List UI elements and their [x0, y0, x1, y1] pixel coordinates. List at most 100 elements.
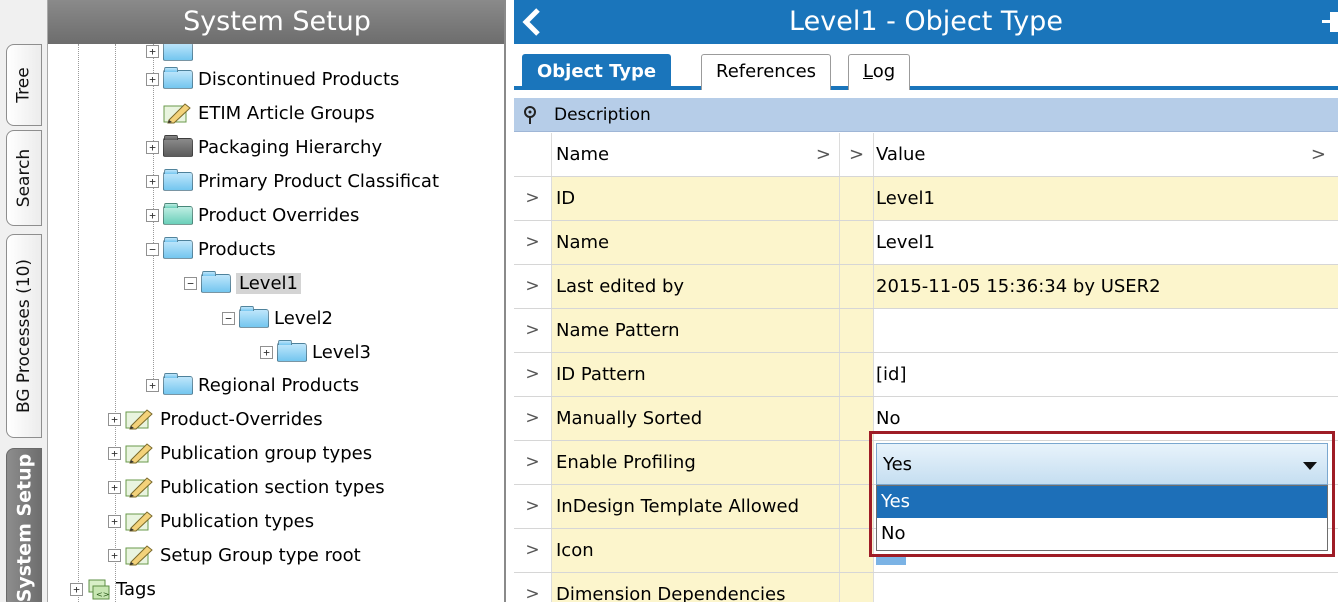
setup-pencil-icon — [163, 103, 191, 124]
folder-icon — [201, 270, 231, 293]
folder-icon — [163, 168, 193, 191]
collapse-toggle[interactable]: − — [184, 276, 197, 290]
tree-item-label: Primary Product Classificat — [198, 170, 440, 192]
expand-toggle[interactable]: + — [108, 480, 121, 494]
property-row[interactable]: > ID Level1 — [514, 177, 1338, 221]
property-value[interactable]: No — [874, 397, 1338, 440]
tree-item[interactable]: + Packaging Hierarchy — [146, 132, 382, 162]
tree-item-label: Publication group types — [160, 442, 373, 464]
property-value[interactable]: Level1 — [874, 221, 1338, 264]
tree-item-selected[interactable]: − Level1 — [184, 268, 301, 298]
chevron-right-icon[interactable]: > — [514, 177, 552, 220]
row-header-cell — [514, 133, 552, 176]
chevron-right-icon[interactable]: > — [514, 441, 552, 484]
tree-item-label: Regional Products — [198, 374, 360, 396]
tags-icon: <> — [88, 579, 110, 600]
expand-toggle[interactable]: + — [108, 412, 121, 426]
tree-item[interactable]: + Publication types — [108, 506, 314, 536]
chevron-right-icon[interactable]: > — [514, 529, 552, 572]
tree-item[interactable]: + Publication section types — [108, 472, 385, 502]
chevron-right-icon[interactable]: > — [514, 353, 552, 396]
property-name: Icon — [552, 529, 840, 572]
property-value[interactable]: [id] — [874, 353, 1338, 396]
chevron-right-icon[interactable]: > — [514, 485, 552, 528]
collapse-toggle[interactable]: − — [146, 242, 159, 256]
enable-profiling-select[interactable]: Yes — [876, 443, 1328, 485]
property-name: Manually Sorted — [552, 397, 840, 440]
expand-toggle[interactable]: + — [146, 208, 159, 222]
group-row-description[interactable]: Description — [514, 98, 1338, 132]
tree-item[interactable]: + Regional Products — [146, 370, 359, 400]
tree-item-label: Setup Group type root — [160, 544, 361, 566]
tree-item-label: Publication section types — [160, 476, 385, 498]
expand-toggle[interactable]: + — [108, 548, 121, 562]
expand-toggle[interactable]: + — [146, 140, 159, 154]
chevron-right-icon[interactable]: > — [514, 397, 552, 440]
pin-icon[interactable] — [1322, 10, 1338, 34]
property-name: ID Pattern — [552, 353, 840, 396]
row-spacer — [840, 485, 874, 528]
pin-icon — [524, 106, 536, 124]
property-value[interactable] — [874, 573, 1338, 602]
select-value: Yes — [883, 454, 913, 475]
tree-item-label: Level3 — [312, 341, 371, 363]
expand-toggle[interactable]: + — [260, 345, 273, 359]
chevron-right-icon[interactable]: > — [514, 309, 552, 352]
tree-item[interactable]: − Level2 — [222, 303, 333, 333]
property-row[interactable]: > Name Level1 — [514, 221, 1338, 265]
tab-log[interactable]: Log — [848, 54, 911, 90]
expand-toggle[interactable]: + — [70, 582, 83, 596]
tree-item[interactable]: + <> Tags — [70, 574, 156, 602]
column-header-name[interactable]: Name — [552, 133, 840, 176]
svg-text:<>: <> — [96, 590, 109, 599]
folder-icon — [163, 372, 193, 395]
tab-system-setup[interactable]: System Setup — [6, 448, 42, 602]
expand-toggle[interactable]: + — [108, 514, 121, 528]
tab-bg-processes[interactable]: BG Processes (10) — [6, 234, 42, 438]
tree-item[interactable]: + Level3 — [260, 337, 371, 367]
tree-item[interactable]: + Publication group types — [108, 438, 372, 468]
tree-item[interactable]: + Product Overrides — [146, 200, 359, 230]
column-header-value[interactable]: Value — [874, 133, 1338, 176]
tree-item[interactable]: + Primary Product Classificat — [146, 166, 439, 196]
tab-references[interactable]: References — [701, 54, 832, 90]
tree-item[interactable]: ETIM Article Groups — [163, 98, 375, 128]
row-spacer — [840, 265, 874, 308]
expand-toggle[interactable]: + — [146, 378, 159, 392]
dropdown-option-yes[interactable]: Yes — [877, 486, 1327, 518]
chevron-right-icon[interactable]: > — [514, 265, 552, 308]
tab-search[interactable]: Search — [6, 130, 42, 226]
chevron-right-icon[interactable]: > — [840, 133, 874, 176]
property-row[interactable]: > Manually Sorted No — [514, 397, 1338, 441]
property-value[interactable] — [874, 309, 1338, 352]
tab-object-type[interactable]: Object Type — [522, 54, 672, 90]
folder-icon — [239, 305, 269, 328]
collapse-toggle[interactable]: − — [222, 311, 235, 325]
property-name: InDesign Template Allowed — [552, 485, 840, 528]
tree-item[interactable]: + Setup Group type root — [108, 540, 361, 570]
property-row[interactable]: > Name Pattern — [514, 309, 1338, 353]
tree-item[interactable]: + Product-Overrides — [108, 404, 323, 434]
property-row[interactable]: > Dimension Dependencies — [514, 573, 1338, 602]
expand-toggle[interactable]: + — [146, 72, 159, 86]
expand-toggle[interactable]: + — [108, 446, 121, 460]
property-value: Level1 — [874, 177, 1338, 220]
setup-pencil-icon — [125, 409, 153, 430]
chevron-right-icon[interactable]: > — [514, 221, 552, 264]
tree-item[interactable]: − Products — [146, 234, 276, 264]
chevron-right-icon[interactable]: > — [514, 573, 552, 602]
expand-toggle[interactable]: + — [146, 174, 159, 188]
property-row[interactable]: > Last edited by 2015-11-05 15:36:34 by … — [514, 265, 1338, 309]
chevron-down-icon[interactable] — [1303, 462, 1317, 470]
tree-item[interactable]: + Discontinued Products — [146, 64, 399, 94]
property-name: Last edited by — [552, 265, 840, 308]
back-arrow-icon[interactable] — [518, 4, 548, 40]
row-spacer — [840, 441, 874, 484]
folder-icon — [277, 339, 307, 362]
tree-panel-title: System Setup — [48, 0, 504, 44]
row-spacer — [840, 353, 874, 396]
tab-tree[interactable]: Tree — [6, 44, 42, 126]
tab-log-label: og — [872, 61, 896, 82]
dropdown-option-no[interactable]: No — [877, 518, 1327, 550]
property-row[interactable]: > ID Pattern [id] — [514, 353, 1338, 397]
